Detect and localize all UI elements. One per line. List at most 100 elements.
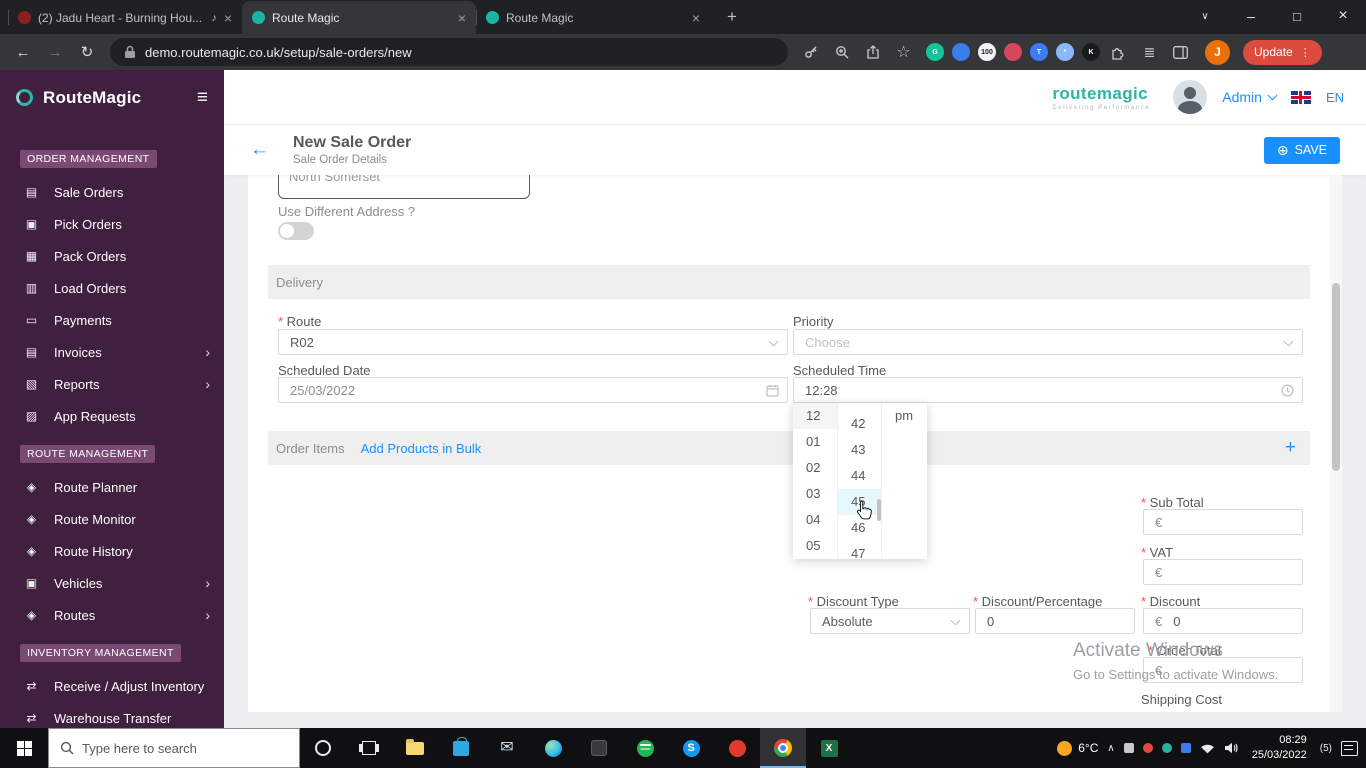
tab-close-icon[interactable]: × bbox=[692, 11, 700, 25]
puzzle-extensions-icon[interactable] bbox=[1106, 40, 1131, 65]
tab-close-icon[interactable]: × bbox=[458, 11, 466, 25]
sidebar-item-sale-orders[interactable]: ▤Sale Orders bbox=[0, 176, 224, 208]
sidebar-item-pick-orders[interactable]: ▣Pick Orders bbox=[0, 208, 224, 240]
edge-button[interactable] bbox=[530, 728, 576, 768]
back-arrow-icon[interactable] bbox=[250, 139, 269, 161]
use-different-address-toggle[interactable] bbox=[278, 222, 314, 240]
task-view-button[interactable] bbox=[346, 728, 392, 768]
discount-input[interactable]: € 0 bbox=[1143, 608, 1303, 634]
browser-profile-avatar[interactable]: J bbox=[1205, 40, 1230, 65]
tray-red-app-icon[interactable] bbox=[1143, 743, 1153, 753]
sub-total-input[interactable]: € bbox=[1143, 509, 1303, 535]
time-option[interactable]: 04 bbox=[793, 507, 837, 533]
scheduled-date-input[interactable]: 25/03/2022 bbox=[278, 377, 788, 403]
network-wifi-icon[interactable] bbox=[1200, 743, 1215, 754]
tray-chevron-up-icon[interactable] bbox=[1107, 743, 1114, 754]
time-option[interactable]: pm bbox=[882, 403, 926, 429]
sidebar-item-receive-adjust-inventory[interactable]: ⇄Receive / Adjust Inventory bbox=[0, 670, 224, 702]
sidebar-item-routes[interactable]: ◈Routes› bbox=[0, 599, 224, 631]
sidebar-item-route-history[interactable]: ◈Route History bbox=[0, 535, 224, 567]
browser-tab[interactable]: Route Magic× bbox=[476, 1, 710, 34]
snowflake-extension-icon[interactable]: * bbox=[1056, 43, 1074, 61]
store-button[interactable] bbox=[438, 728, 484, 768]
sidebar-item-payments[interactable]: ▭Payments bbox=[0, 304, 224, 336]
order-total-input[interactable]: € bbox=[1143, 657, 1303, 683]
action-center-icon[interactable] bbox=[1341, 741, 1358, 756]
sidebar-collapse-icon[interactable] bbox=[197, 87, 208, 109]
taskbar-search[interactable] bbox=[48, 728, 300, 768]
new-tab-button[interactable] bbox=[718, 3, 746, 31]
time-option[interactable]: 45 bbox=[838, 489, 881, 515]
window-minimize-button[interactable] bbox=[1228, 0, 1274, 32]
time-option[interactable]: 12 bbox=[793, 403, 837, 429]
taskbar-clock[interactable]: 08:29 25/03/2022 bbox=[1248, 733, 1311, 764]
bookmark-star-icon[interactable] bbox=[891, 40, 916, 65]
blue-extension-icon[interactable] bbox=[952, 43, 970, 61]
tray-teal-app-icon[interactable] bbox=[1162, 743, 1172, 753]
time-option[interactable]: 44 bbox=[838, 463, 881, 489]
minute-column-scrollbar[interactable] bbox=[877, 499, 881, 521]
window-close-button[interactable] bbox=[1320, 0, 1366, 32]
address-input[interactable]: North Somerset bbox=[278, 175, 530, 199]
browser-forward-button[interactable] bbox=[42, 39, 68, 65]
spotify-button[interactable] bbox=[622, 728, 668, 768]
tray-blue-app-icon[interactable] bbox=[1181, 743, 1191, 753]
badge-100-extension-icon[interactable]: 100 bbox=[978, 43, 996, 61]
sidebar-item-route-planner[interactable]: ◈Route Planner bbox=[0, 471, 224, 503]
browser-menu-dots-icon[interactable] bbox=[1300, 45, 1311, 59]
time-option[interactable]: 46 bbox=[838, 515, 881, 541]
vat-input[interactable]: € bbox=[1143, 559, 1303, 585]
taskbar-search-input[interactable] bbox=[82, 741, 288, 756]
start-button[interactable] bbox=[0, 728, 48, 768]
add-order-item-button[interactable] bbox=[1285, 437, 1296, 459]
route-select[interactable]: R02 bbox=[278, 329, 788, 355]
address-bar[interactable]: demo.routemagic.co.uk/setup/sale-orders/… bbox=[110, 38, 788, 66]
k-extension-icon[interactable]: K bbox=[1082, 43, 1100, 61]
excel-button[interactable]: X bbox=[806, 728, 852, 768]
file-explorer-button[interactable] bbox=[392, 728, 438, 768]
colorful-extension-icon[interactable] bbox=[1004, 43, 1022, 61]
time-option[interactable]: 05 bbox=[793, 533, 837, 559]
scrollbar-thumb[interactable] bbox=[1332, 283, 1340, 471]
browser-tab[interactable]: Route Magic× bbox=[242, 1, 476, 34]
grammarly-extension-icon[interactable]: G bbox=[926, 43, 944, 61]
time-option[interactable]: 47 bbox=[838, 541, 881, 559]
sidebar-item-warehouse-transfer[interactable]: ⇄Warehouse Transfer bbox=[0, 702, 224, 728]
time-option[interactable]: 03 bbox=[793, 481, 837, 507]
save-button[interactable]: SAVE bbox=[1264, 137, 1340, 164]
time-option[interactable]: 42 bbox=[838, 411, 881, 437]
sidebar-item-vehicles[interactable]: ▣Vehicles› bbox=[0, 567, 224, 599]
dark-app-button[interactable] bbox=[576, 728, 622, 768]
translate-extension-icon[interactable]: T bbox=[1030, 43, 1048, 61]
tab-close-icon[interactable]: × bbox=[224, 11, 232, 25]
time-option[interactable]: 01 bbox=[793, 429, 837, 455]
window-maximize-button[interactable] bbox=[1274, 0, 1320, 32]
discount-percentage-input[interactable]: 0 bbox=[975, 608, 1135, 634]
chrome-update-button[interactable]: Update bbox=[1243, 40, 1322, 65]
discount-type-select[interactable]: Absolute bbox=[810, 608, 970, 634]
browser-refresh-button[interactable] bbox=[74, 39, 100, 65]
add-products-in-bulk-link[interactable]: Add Products in Bulk bbox=[361, 441, 482, 456]
chrome-button[interactable] bbox=[760, 728, 806, 768]
weather-widget[interactable]: 6°C bbox=[1057, 741, 1098, 756]
tray-display-icon[interactable] bbox=[1124, 743, 1134, 753]
zoom-icon[interactable] bbox=[829, 40, 854, 65]
scheduled-time-input[interactable]: 12:28 bbox=[793, 377, 1303, 403]
page-scrollbar[interactable] bbox=[1330, 175, 1342, 712]
side-panel-icon[interactable] bbox=[1168, 40, 1193, 65]
share-icon[interactable] bbox=[860, 40, 885, 65]
mail-button[interactable]: ✉ bbox=[484, 728, 530, 768]
cortana-button[interactable] bbox=[300, 728, 346, 768]
password-key-icon[interactable] bbox=[798, 40, 823, 65]
admin-menu[interactable]: Admin bbox=[1222, 89, 1276, 105]
tab-list-dropdown-icon[interactable] bbox=[1182, 0, 1228, 32]
time-option[interactable]: 43 bbox=[838, 437, 881, 463]
time-option[interactable]: 02 bbox=[793, 455, 837, 481]
browser-tab[interactable]: (2) Jadu Heart - Burning Hou...♪× bbox=[8, 1, 242, 34]
sidebar-item-load-orders[interactable]: ▥Load Orders bbox=[0, 272, 224, 304]
browser-back-button[interactable] bbox=[10, 39, 36, 65]
sidebar-item-reports[interactable]: ▧Reports› bbox=[0, 368, 224, 400]
sidebar-item-pack-orders[interactable]: ▦Pack Orders bbox=[0, 240, 224, 272]
sidebar-item-invoices[interactable]: ▤Invoices› bbox=[0, 336, 224, 368]
priority-select[interactable]: Choose bbox=[793, 329, 1303, 355]
